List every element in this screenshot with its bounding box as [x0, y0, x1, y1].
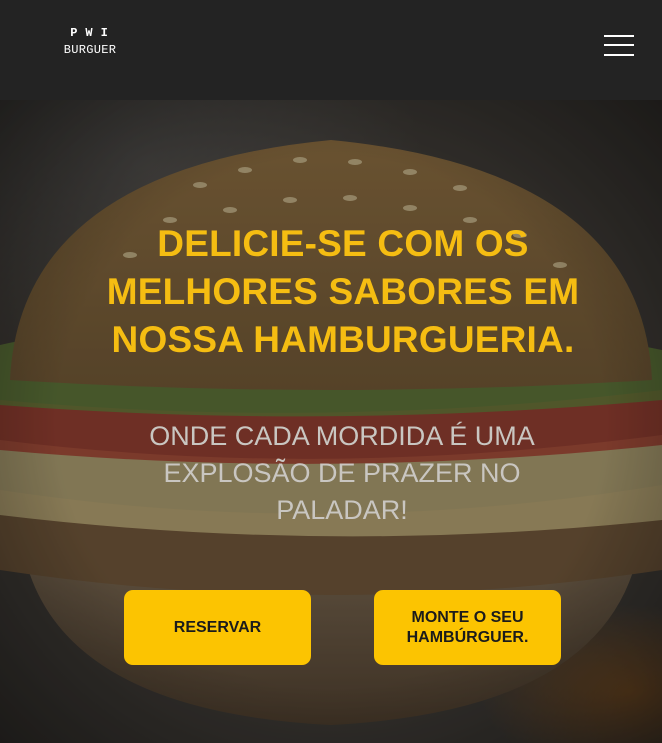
menu-line-bottom [604, 54, 634, 56]
hero-headline: DELICIE-SE COM OS MELHORES SABORES EM NO… [106, 223, 580, 360]
logo-bottom-text: BURGUER [63, 43, 117, 57]
hamburger-menu-icon[interactable] [600, 32, 636, 60]
build-burger-button[interactable]: MONTE O SEU HAMBÚRGUER. [374, 590, 561, 665]
hero-subheadline: ONDE CADA MORDIDA É UMA EXPLOSÃO DE PRAZ… [149, 421, 535, 525]
site-header: PWI BURGUER [0, 0, 662, 100]
menu-line-middle [604, 44, 634, 46]
brand-logo[interactable]: PWI BURGUER [56, 27, 124, 56]
logo-top-text: PWI [70, 26, 116, 40]
build-burger-button-label: MONTE O SEU HAMBÚRGUER. [406, 608, 529, 646]
reserve-button-label: RESERVAR [173, 618, 262, 636]
menu-line-top [604, 35, 634, 37]
hero-section: DELICIE-SE COM OS MELHORES SABORES EM NO… [0, 100, 662, 743]
reserve-button[interactable]: RESERVAR [124, 590, 311, 665]
